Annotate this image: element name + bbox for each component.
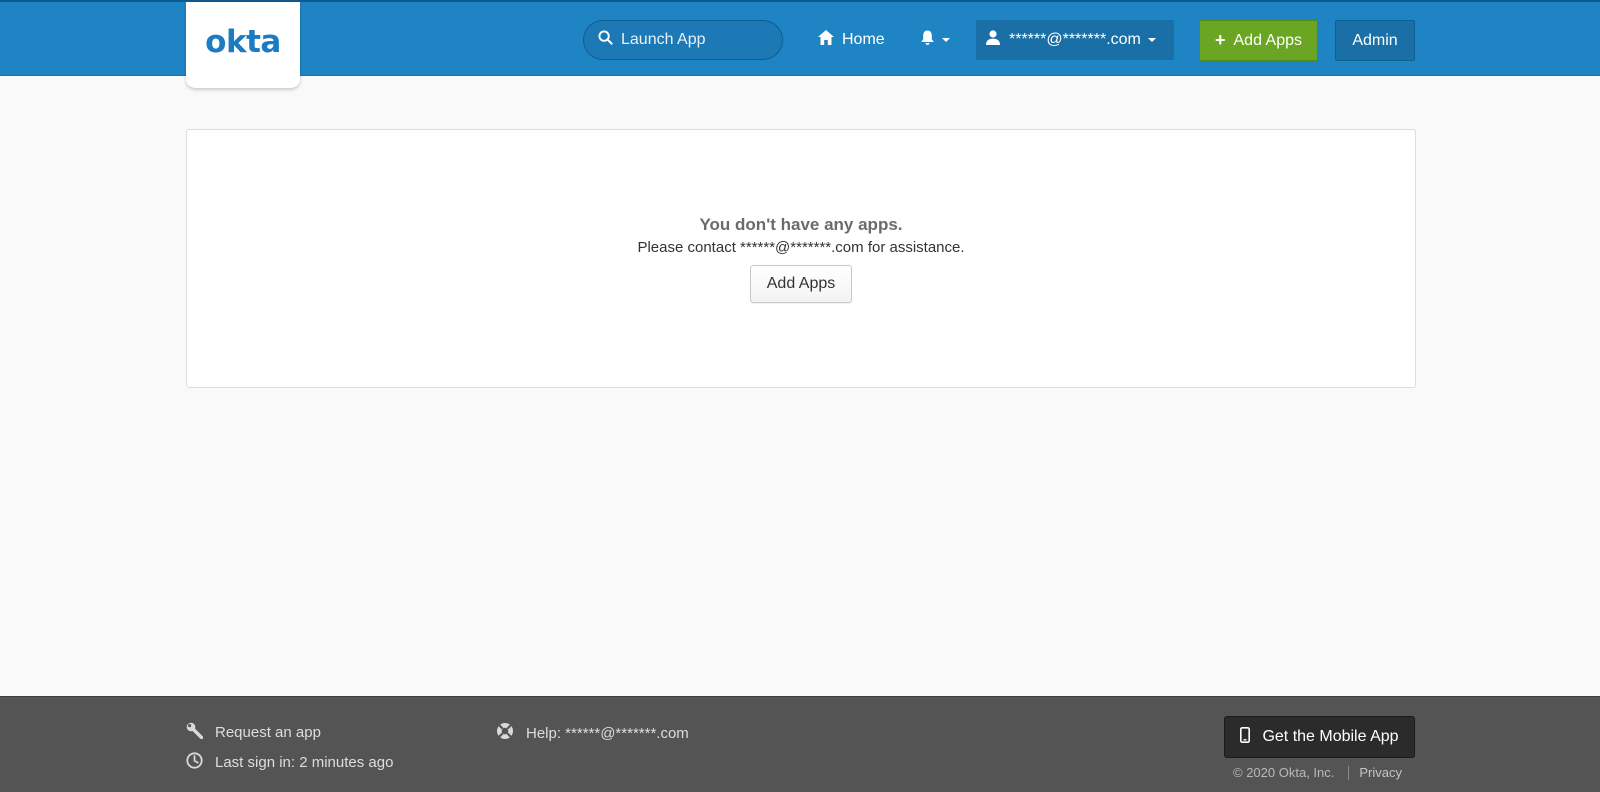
user-email: ******@*******.com	[1009, 31, 1141, 48]
home-icon	[818, 30, 842, 50]
wrench-icon	[186, 722, 215, 743]
okta-logo[interactable]: okta	[186, 2, 300, 88]
home-link[interactable]: Home	[818, 20, 885, 60]
last-sign-in-label: Last sign in: 2 minutes ago	[215, 754, 394, 771]
chevron-down-icon	[942, 38, 950, 42]
logo-text: okta	[205, 24, 281, 60]
bell-icon	[920, 30, 935, 51]
help-label: Help: ******@*******.com	[526, 724, 689, 742]
add-apps-card-button[interactable]: Add Apps	[749, 265, 853, 303]
chevron-down-icon	[1147, 38, 1156, 42]
launch-app-search[interactable]	[583, 20, 783, 60]
request-app-link[interactable]: Request an app	[186, 722, 321, 743]
help-link[interactable]: Help: ******@*******.com	[496, 722, 689, 744]
plus-icon: +	[1214, 30, 1226, 50]
add-apps-button[interactable]: + Add Apps	[1199, 20, 1318, 61]
divider	[1348, 765, 1350, 780]
request-app-label: Request an app	[215, 724, 321, 741]
empty-subtitle: Please contact ******@*******.com for as…	[637, 239, 965, 256]
footer: Request an app Last sign in: 2 minutes a…	[0, 696, 1600, 792]
phone-icon	[1240, 726, 1262, 748]
empty-title: You don't have any apps.	[699, 215, 903, 234]
mobile-app-label: Get the Mobile App	[1262, 728, 1399, 745]
clock-icon	[186, 752, 215, 773]
empty-state: You don't have any apps. Please contact …	[187, 215, 1415, 303]
search-input[interactable]	[621, 31, 771, 49]
user-icon	[986, 30, 1009, 50]
admin-button[interactable]: Admin	[1335, 20, 1415, 61]
add-apps-label: Add Apps	[1233, 31, 1303, 49]
notifications-menu[interactable]	[920, 20, 950, 60]
privacy-link[interactable]: Privacy	[1359, 765, 1402, 780]
lifebuoy-icon	[496, 722, 526, 744]
top-nav-bar: okta Home	[0, 0, 1600, 88]
last-sign-in: Last sign in: 2 minutes ago	[186, 752, 393, 773]
get-mobile-app-button[interactable]: Get the Mobile App	[1224, 716, 1415, 758]
user-menu[interactable]: ******@*******.com	[976, 20, 1174, 60]
apps-dashboard-card: You don't have any apps. Please contact …	[186, 129, 1416, 388]
legal-links: © 2020 Okta, Inc. Privacy	[1233, 765, 1402, 780]
admin-label: Admin	[1352, 31, 1398, 49]
search-icon	[598, 30, 613, 50]
copyright: © 2020 Okta, Inc.	[1233, 765, 1335, 780]
home-label: Home	[842, 31, 885, 48]
